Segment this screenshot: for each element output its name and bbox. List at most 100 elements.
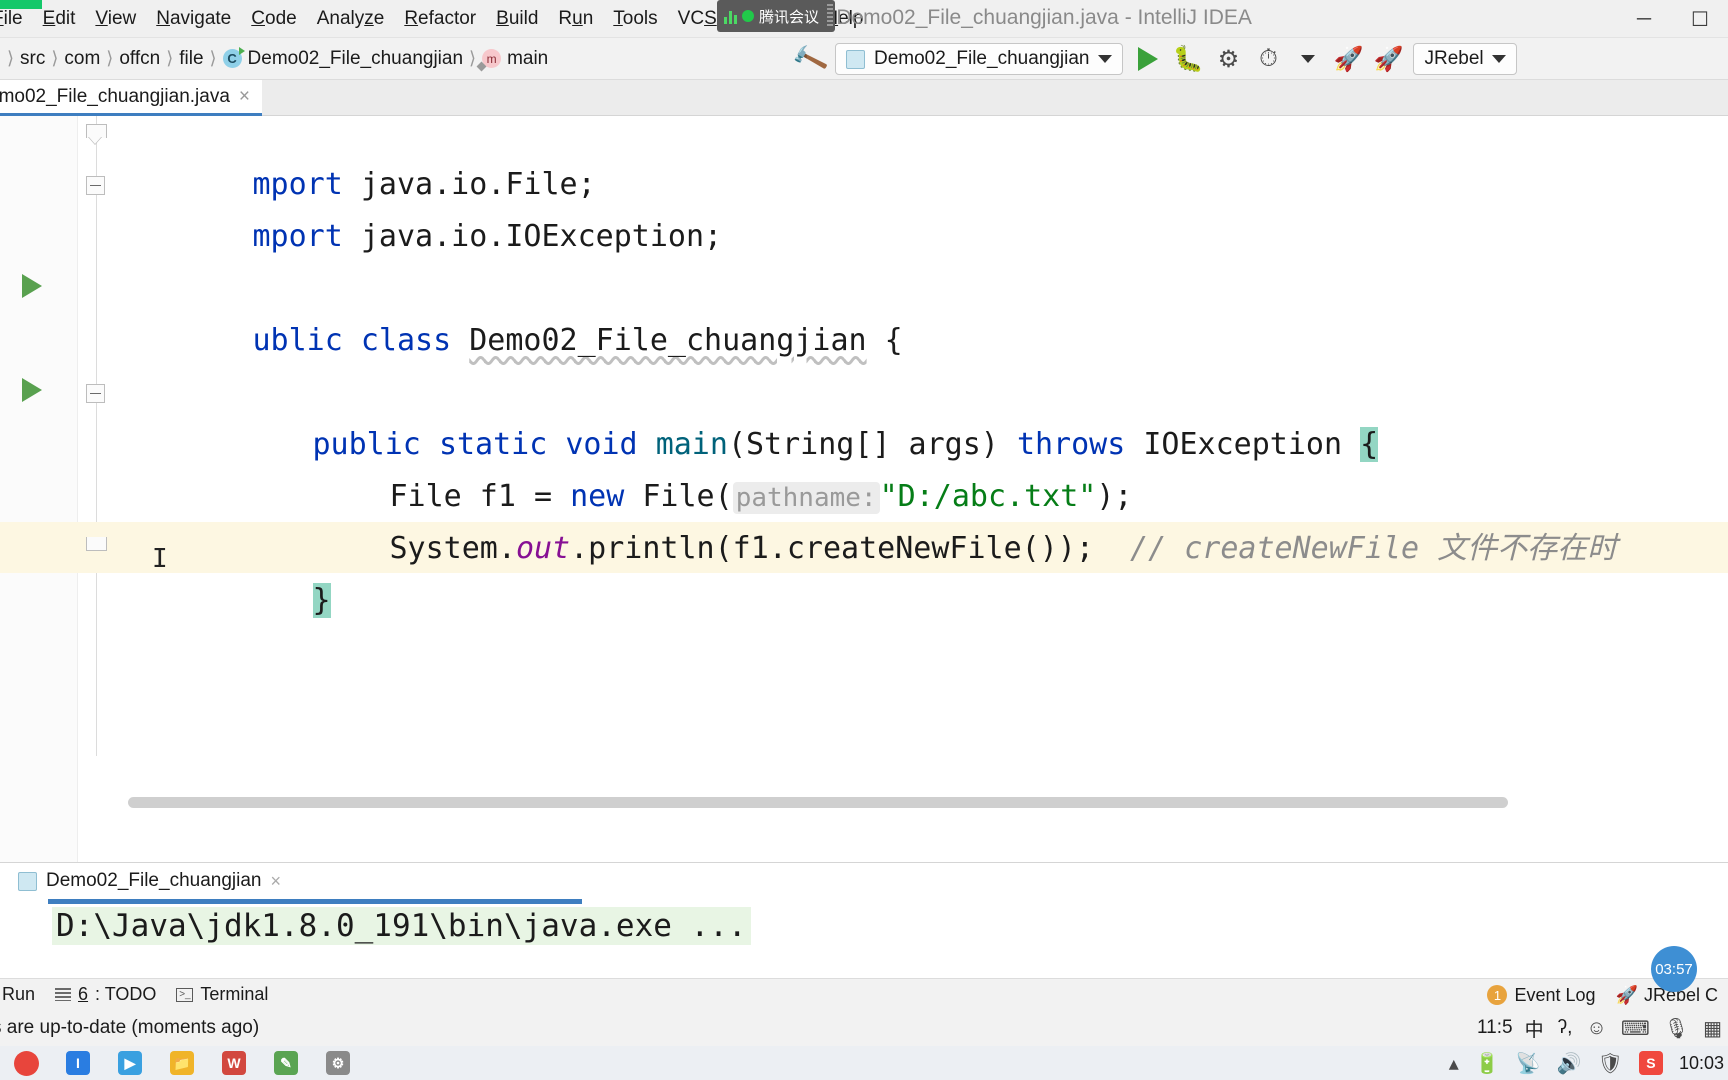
taskbar-app-media[interactable]: ▶: [104, 1046, 156, 1080]
taskbar-app-explorer[interactable]: 📁: [156, 1046, 208, 1080]
breadcrumb-item-file[interactable]: file: [174, 48, 208, 70]
sogou-taskbar-icon[interactable]: S: [1638, 1051, 1663, 1075]
breadcrumb-class-label: Demo02_File_chuangjian: [247, 47, 464, 69]
status-terminal-button[interactable]: >_ Terminal: [166, 984, 278, 1005]
menu-accel-view: V: [95, 8, 108, 29]
hammer-icon: 🔨: [789, 38, 831, 79]
code-line-1: mport java.io.File;: [108, 116, 1728, 202]
menu-item-tools[interactable]: Tools: [603, 4, 667, 33]
ime-punctuation-indicator[interactable]: ʔ,: [1558, 1017, 1573, 1039]
run-button[interactable]: [1133, 44, 1163, 74]
microphone-icon[interactable]: 🎙: [1664, 1016, 1689, 1041]
menu-item-run[interactable]: Run: [548, 4, 603, 33]
taskbar-clock[interactable]: 10:03: [1679, 1053, 1724, 1074]
drag-handle-icon[interactable]: [827, 4, 833, 28]
tencent-meeting-overlay[interactable]: 腾讯会议: [717, 0, 835, 32]
volume-icon[interactable]: 🔊: [1557, 1051, 1582, 1076]
menu-item-analyze[interactable]: Analyze: [307, 4, 395, 33]
status-run-button[interactable]: Run: [0, 984, 45, 1005]
code-space-2: [451, 323, 469, 358]
jrebel-run-button[interactable]: 🚀: [1333, 44, 1364, 74]
run-tab-demo02[interactable]: Demo02_File_chuangjian ×: [8, 863, 291, 899]
intellij-window: File Edit View Navigate Code Analyze Ref…: [0, 0, 1728, 1080]
taskbar-tray: ▴ 🔋 📡 🔊 🛡 S 10:03: [1449, 1051, 1724, 1076]
tencent-meeting-label: 腾讯会议: [759, 8, 820, 26]
taskbar-app-ide[interactable]: I: [52, 1046, 104, 1080]
menu-item-view[interactable]: View: [85, 4, 146, 33]
menu-item-build[interactable]: Build: [486, 4, 548, 33]
taskbar-app-tool[interactable]: ⚙: [312, 1046, 364, 1080]
breadcrumb-item-offcn[interactable]: offcn: [114, 48, 165, 70]
menu-label-edit: dit: [55, 8, 76, 29]
close-icon[interactable]: ×: [239, 86, 250, 108]
editor-tab-demo02[interactable]: emo02_File_chuangjian.java ×: [0, 80, 262, 116]
code-token-import2: mport: [252, 219, 343, 254]
menu-label-navigate: avigate: [169, 8, 232, 29]
console-selection-indicator: [48, 899, 582, 904]
taskbar-app-editor[interactable]: ✎: [260, 1046, 312, 1080]
taskbar-app-wps[interactable]: W: [208, 1046, 260, 1080]
breadcrumb-item-method[interactable]: m main: [477, 48, 553, 70]
status-clock: 11:5: [1477, 1017, 1513, 1038]
jrebel-rocket-icon: 🚀: [1615, 984, 1638, 1005]
debug-button[interactable]: 🐛: [1173, 44, 1204, 74]
code-token-class-open-brace: {: [884, 323, 903, 358]
navigation-bar: ⟩ src ⟩ com ⟩ offcn ⟩ file ⟩ C Demo02_Fi…: [0, 38, 1728, 80]
code-line-7: }: [168, 524, 1728, 618]
menu-label-analyze-a: Analy: [316, 8, 365, 29]
profile-button[interactable]: ⏱: [1253, 44, 1283, 74]
close-icon[interactable]: ×: [270, 871, 281, 892]
taskbar-app-chrome[interactable]: [0, 1046, 52, 1080]
breadcrumb-separator-icon: ⟩: [209, 48, 217, 68]
code-editor[interactable]: mport java.io.File; mport java.io.IOExce…: [0, 116, 1728, 862]
editor-hscroll-thumb[interactable]: [128, 797, 1508, 808]
console-output[interactable]: D:\Java\jdk1.8.0_191\bin\java.exe ...: [0, 899, 1728, 961]
breadcrumb-item-com[interactable]: com: [59, 48, 105, 70]
shield-icon[interactable]: 🛡: [1598, 1051, 1623, 1076]
java-class-icon: C: [222, 47, 245, 68]
jrebel-timer-badge[interactable]: 03:57: [1651, 946, 1697, 992]
screen-recording-indicator: [0, 0, 42, 9]
menu-item-code[interactable]: Code: [241, 4, 306, 33]
network-icon[interactable]: 📡: [1516, 1051, 1541, 1076]
smiley-icon[interactable]: ☺: [1586, 1017, 1606, 1040]
status-event-log-button[interactable]: 1 Event Log: [1477, 985, 1605, 1006]
breadcrumb-method-label: main: [507, 47, 549, 69]
jrebel-run-icon: 🚀: [1333, 45, 1364, 73]
run-configuration-selector[interactable]: Demo02_File_chuangjian: [835, 43, 1124, 75]
run-config-icon: [18, 871, 37, 891]
build-project-button[interactable]: 🔨: [789, 39, 830, 78]
profiler-dropdown[interactable]: [1293, 44, 1323, 74]
status-todo-button[interactable]: 6: TODO: [45, 984, 166, 1005]
menu-accel-code: C: [251, 8, 265, 29]
run-configuration-label: Demo02_File_chuangjian: [874, 48, 1090, 69]
breadcrumb-item-class[interactable]: C Demo02_File_chuangjian: [218, 47, 468, 70]
menu-label-build: uild: [508, 8, 539, 29]
jrebel-menu-button[interactable]: JRebel: [1413, 43, 1517, 75]
jrebel-debug-button[interactable]: 🚀: [1373, 44, 1404, 74]
terminal-icon: >_: [176, 987, 194, 1002]
run-config-icon: [846, 49, 865, 69]
minimize-button[interactable]: ─: [1616, 0, 1672, 38]
code-space-3: [867, 323, 885, 358]
chevron-down-icon: [1098, 55, 1113, 63]
maximize-button[interactable]: ☐: [1672, 0, 1728, 38]
code-line-5: File f1 = new File(pathname: "D:/abc.txt"…: [245, 420, 1728, 514]
battery-icon[interactable]: 🔋: [1475, 1051, 1500, 1076]
keyboard-icon[interactable]: ⌨: [1621, 1016, 1650, 1041]
wps-icon: W: [222, 1051, 246, 1075]
menu-item-refactor[interactable]: Refactor: [394, 4, 486, 33]
code-line-4: public static void main(String[] args) t…: [168, 368, 1728, 462]
ime-language-indicator[interactable]: 中: [1525, 1015, 1544, 1042]
editor-tab-label: emo02_File_chuangjian.java: [0, 85, 230, 107]
chevron-up-icon[interactable]: ▴: [1449, 1051, 1459, 1076]
window-controls: ─ ☐: [1616, 0, 1728, 38]
menu-accel-vcs: S: [704, 8, 717, 29]
chrome-icon: [13, 1050, 39, 1076]
breadcrumb-item-src[interactable]: src: [15, 48, 50, 70]
event-count-badge: 1: [1487, 985, 1508, 1005]
grid-menu-icon[interactable]: ▦: [1703, 1016, 1722, 1041]
run-with-coverage-button[interactable]: ⚙: [1213, 44, 1243, 74]
code-content[interactable]: mport java.io.File; mport java.io.IOExce…: [0, 116, 1728, 862]
menu-item-navigate[interactable]: Navigate: [146, 4, 241, 33]
